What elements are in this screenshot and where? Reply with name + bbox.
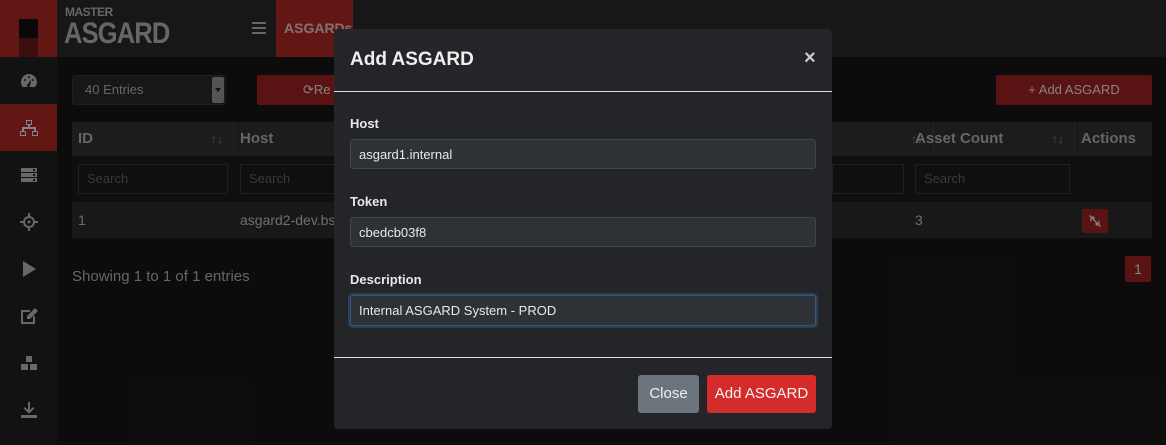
token-label: Token (350, 194, 388, 209)
close-icon[interactable]: × (804, 47, 816, 70)
token-input[interactable] (350, 217, 816, 247)
description-input[interactable] (350, 295, 816, 326)
host-label: Host (350, 116, 379, 131)
add-asgard-modal: Add ASGARD × Host Token Description Clos… (334, 29, 832, 429)
close-button[interactable]: Close (638, 375, 699, 413)
submit-add-asgard-button[interactable]: Add ASGARD (707, 375, 816, 413)
modal-footer-divider (334, 357, 832, 358)
description-label: Description (350, 272, 422, 287)
modal-header-divider (334, 91, 832, 92)
host-input[interactable] (350, 139, 816, 169)
modal-title: Add ASGARD (350, 49, 474, 70)
